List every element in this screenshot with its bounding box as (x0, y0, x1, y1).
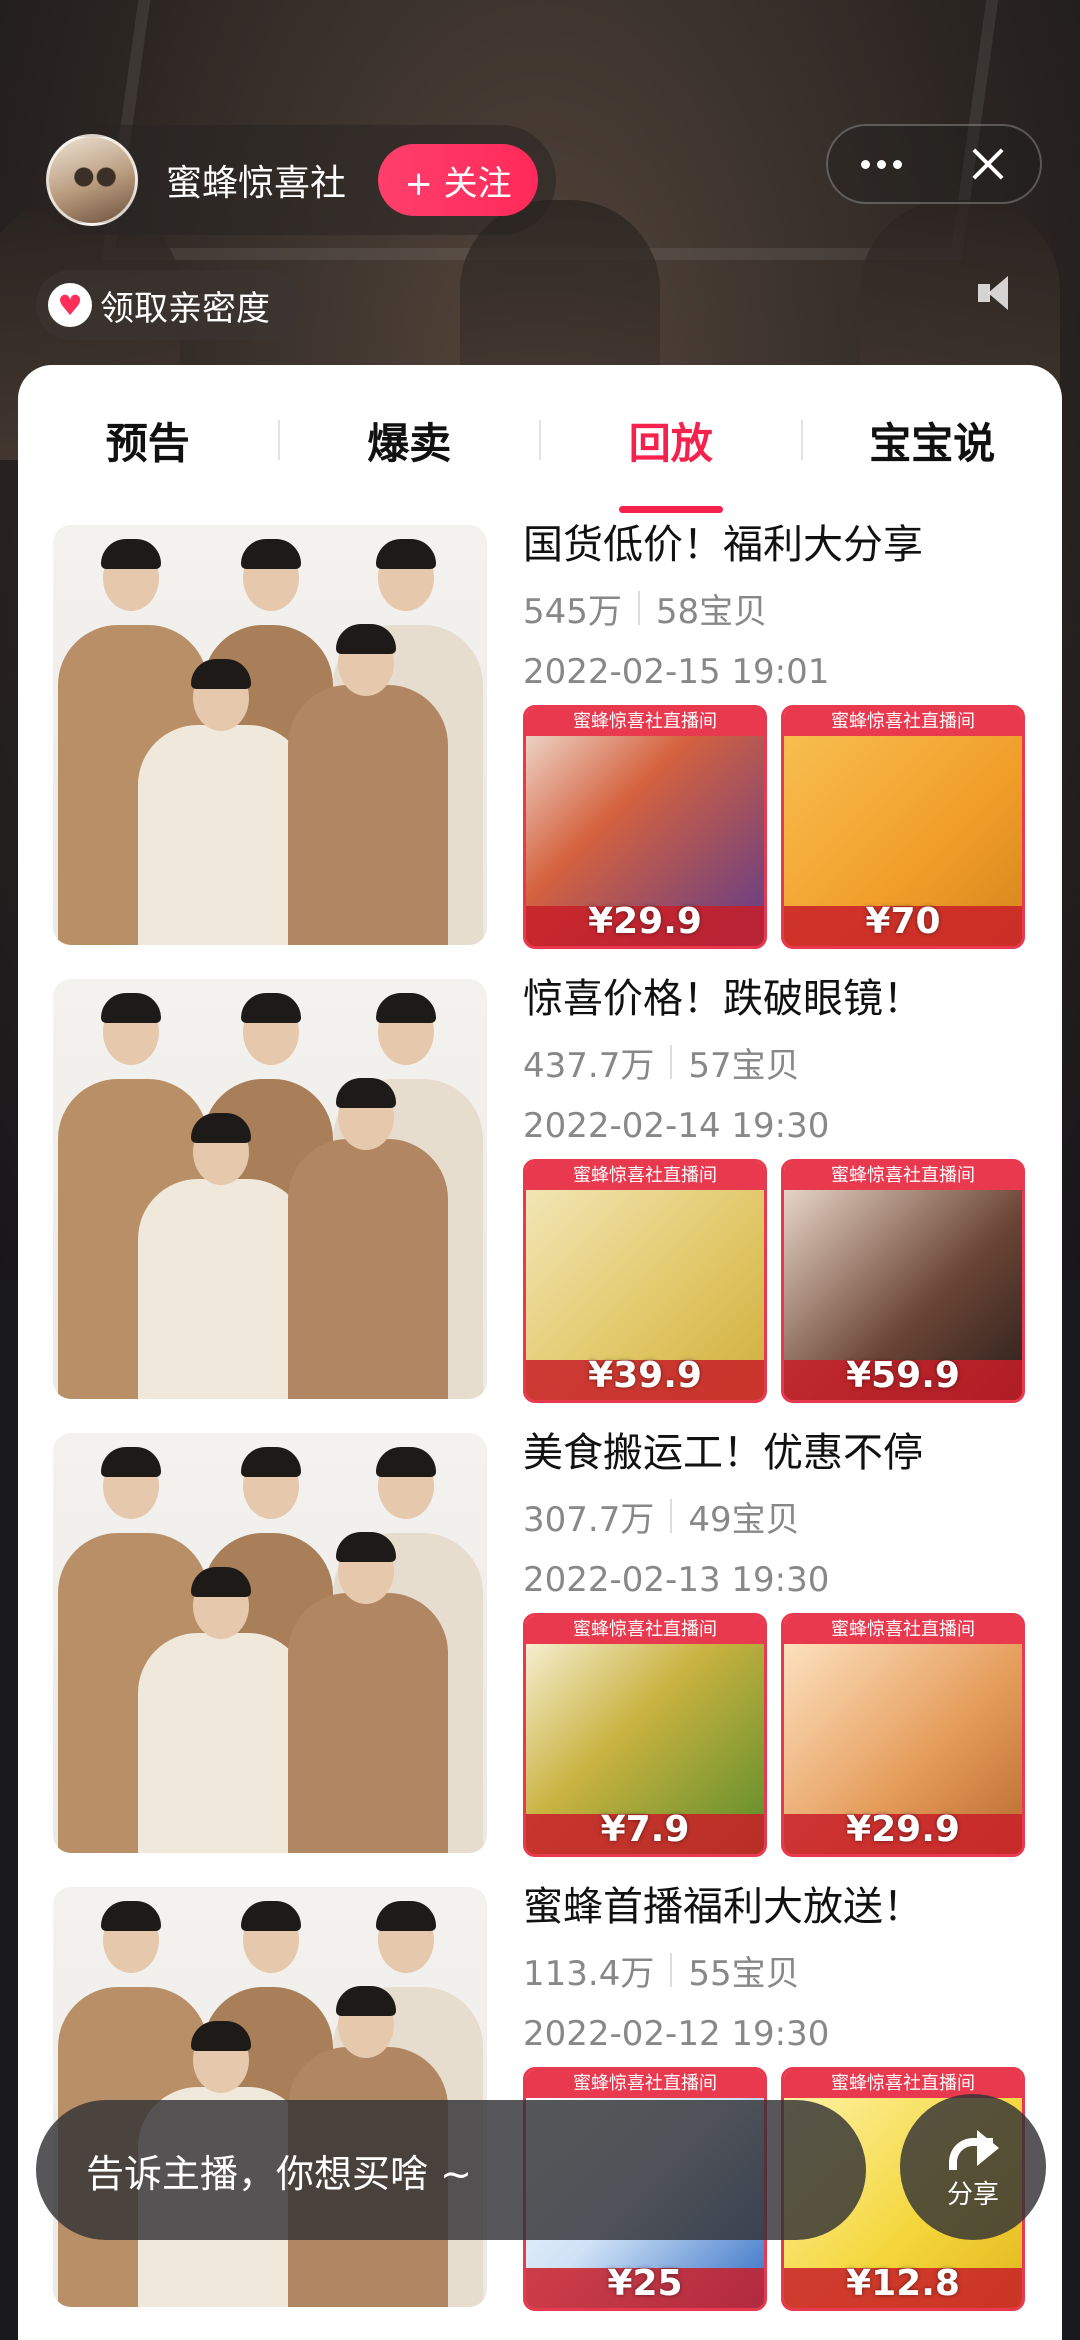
product-banner: 蜜蜂惊喜社直播间 (526, 2070, 764, 2098)
tab-comments[interactable]: 宝宝说 (803, 410, 1063, 471)
replay-title: 国货低价！福利大分享 (523, 522, 923, 568)
replay-list: 国货低价！福利大分享 545万 58宝贝 2022-02-15 19:01 蜜蜂… (18, 515, 1062, 2331)
meta-divider (670, 1045, 673, 1079)
host-avatar[interactable] (46, 134, 138, 226)
replay-info: 惊喜价格！跌破眼镜！ 437.7万 57宝贝 2022-02-14 19:30 (523, 969, 1043, 1151)
replay-date: 2022-02-12 19:30 (523, 2014, 830, 2054)
replay-cover-image[interactable] (53, 979, 487, 1399)
follow-button[interactable]: + 关注 (378, 144, 538, 216)
intimacy-label: 领取亲密度 (100, 288, 270, 329)
product-thumbnail[interactable]: 蜜蜂惊喜社直播间 ¥70 (781, 705, 1025, 949)
product-banner: 蜜蜂惊喜社直播间 (784, 1616, 1022, 1644)
product-thumbnail[interactable]: 蜜蜂惊喜社直播间 ¥39.9 (523, 1159, 767, 1403)
replay-views: 307.7万 (523, 1499, 655, 1540)
heart-icon: ♥ (48, 283, 92, 327)
replay-date: 2022-02-13 19:30 (523, 1560, 830, 1600)
product-price: ¥7.9 (600, 1809, 690, 1850)
product-thumbnails: 蜜蜂惊喜社直播间 ¥7.9 蜜蜂惊喜社直播间 ¥29.9 (523, 1613, 1025, 1857)
replay-meta: 307.7万 49宝贝 (523, 1491, 1043, 1541)
tab-preview[interactable]: 预告 (18, 410, 278, 471)
more-icon[interactable] (828, 124, 934, 204)
replay-item-count: 55宝贝 (688, 1953, 800, 1994)
product-price: ¥12.8 (846, 2263, 960, 2304)
product-banner: 蜜蜂惊喜社直播间 (784, 1162, 1022, 1190)
product-thumbnail[interactable]: 蜜蜂惊喜社直播间 ¥59.9 (781, 1159, 1025, 1403)
meta-divider (670, 1953, 673, 1987)
intimacy-button[interactable]: ♥ 领取亲密度 (36, 270, 302, 340)
tab-replay[interactable]: 回放 (541, 410, 801, 513)
replay-cover-image[interactable] (53, 1433, 487, 1853)
replay-date: 2022-02-15 19:01 (523, 652, 830, 692)
replay-item[interactable]: 惊喜价格！跌破眼镜！ 437.7万 57宝贝 2022-02-14 19:30 … (18, 969, 1062, 1423)
tab-hot-sales[interactable]: 爆卖 (280, 410, 540, 471)
replay-item[interactable]: 国货低价！福利大分享 545万 58宝贝 2022-02-15 19:01 蜜蜂… (18, 515, 1062, 969)
replay-cover-image[interactable] (53, 525, 487, 945)
meta-divider (637, 591, 640, 625)
replay-info: 美食搬运工！优惠不停 307.7万 49宝贝 2022-02-13 19:30 (523, 1423, 1043, 1605)
product-banner: 蜜蜂惊喜社直播间 (526, 708, 764, 736)
replay-meta: 113.4万 55宝贝 (523, 1945, 1043, 1995)
speaker-icon[interactable] (974, 272, 1016, 314)
tab-bar: 预告 爆卖 回放 宝宝说 (18, 365, 1062, 515)
product-thumbnail[interactable]: 蜜蜂惊喜社直播间 ¥29.9 (781, 1613, 1025, 1857)
replay-views: 113.4万 (523, 1953, 655, 1994)
product-price: ¥25 (607, 2263, 683, 2304)
product-price: ¥29.9 (846, 1809, 960, 1850)
replay-info: 国货低价！福利大分享 545万 58宝贝 2022-02-15 19:01 (523, 515, 1043, 697)
close-icon[interactable] (934, 124, 1040, 204)
product-thumbnails: 蜜蜂惊喜社直播间 ¥29.9 蜜蜂惊喜社直播间 ¥70 (523, 705, 1025, 949)
product-banner: 蜜蜂惊喜社直播间 (784, 708, 1022, 736)
product-price: ¥59.9 (846, 1355, 960, 1396)
replay-date: 2022-02-14 19:30 (523, 1106, 830, 1146)
product-price: ¥29.9 (588, 901, 702, 942)
top-actions (826, 124, 1042, 204)
meta-divider (670, 1499, 673, 1533)
product-price: ¥39.9 (588, 1355, 702, 1396)
replay-item[interactable]: 美食搬运工！优惠不停 307.7万 49宝贝 2022-02-13 19:30 … (18, 1423, 1062, 1877)
replay-title: 美食搬运工！优惠不停 (523, 1430, 923, 1476)
replay-title: 蜜蜂首播福利大放送！ (523, 1884, 923, 1930)
replay-item-count: 49宝贝 (688, 1499, 800, 1540)
comment-placeholder: 告诉主播，你想买啥 ~ (86, 2151, 472, 2196)
product-banner: 蜜蜂惊喜社直播间 (526, 1162, 764, 1190)
replay-views: 545万 (523, 591, 622, 632)
replay-info: 蜜蜂首播福利大放送！ 113.4万 55宝贝 2022-02-12 19:30 (523, 1877, 1043, 2059)
comment-input[interactable]: 告诉主播，你想买啥 ~ (36, 2100, 866, 2240)
share-icon (945, 2124, 1001, 2170)
host-name[interactable]: 蜜蜂惊喜社 (166, 154, 346, 206)
product-banner: 蜜蜂惊喜社直播间 (784, 2070, 1022, 2098)
replay-title: 惊喜价格！跌破眼镜！ (523, 976, 923, 1022)
replay-item-count: 58宝贝 (655, 591, 768, 632)
product-thumbnail[interactable]: 蜜蜂惊喜社直播间 ¥7.9 (523, 1613, 767, 1857)
replay-panel: 预告 爆卖 回放 宝宝说 国货低价！福利大分享 545万 58宝贝 2022-0… (18, 365, 1062, 2340)
replay-views: 437.7万 (523, 1045, 655, 1086)
replay-meta: 437.7万 57宝贝 (523, 1037, 1043, 1087)
product-thumbnails: 蜜蜂惊喜社直播间 ¥39.9 蜜蜂惊喜社直播间 ¥59.9 (523, 1159, 1025, 1403)
share-button[interactable]: 分享 (900, 2094, 1046, 2240)
replay-meta: 545万 58宝贝 (523, 583, 1043, 633)
product-thumbnail[interactable]: 蜜蜂惊喜社直播间 ¥29.9 (523, 705, 767, 949)
replay-cover-image[interactable] (53, 1887, 487, 2307)
product-price: ¥70 (865, 901, 941, 942)
replay-item-count: 57宝贝 (688, 1045, 800, 1086)
share-label: 分享 (946, 2179, 999, 2210)
product-banner: 蜜蜂惊喜社直播间 (526, 1616, 764, 1644)
